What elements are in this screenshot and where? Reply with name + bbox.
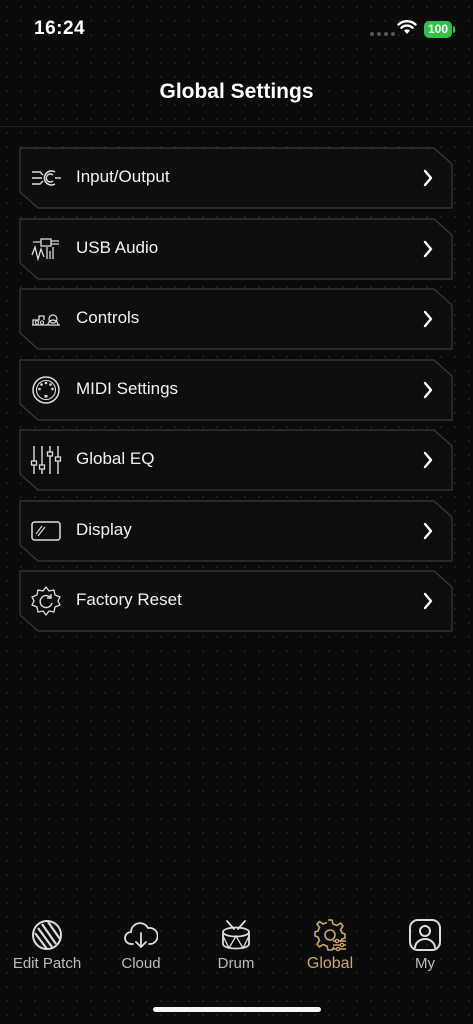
home-indicator[interactable] xyxy=(153,1007,321,1012)
tab-label: Edit Patch xyxy=(12,955,82,972)
menu-item-factory-reset[interactable]: Factory Reset xyxy=(19,570,453,632)
factory-reset-icon xyxy=(31,586,61,616)
battery-indicator: 100 xyxy=(424,21,452,38)
controls-icon xyxy=(32,314,60,326)
menu-item-label: Factory Reset xyxy=(76,590,182,609)
eq-sliders-icon xyxy=(30,446,62,474)
chevron-right-icon xyxy=(423,592,433,610)
tab-label: My xyxy=(415,955,435,972)
bottom-tab-bar: Edit Patch Cloud Drum Global My xyxy=(0,900,473,1024)
cellular-signal-icon xyxy=(370,32,395,36)
menu-item-label: MIDI Settings xyxy=(76,378,179,398)
display-icon xyxy=(31,520,61,541)
page-header: Global Settings xyxy=(0,60,473,127)
tab-label: Global xyxy=(306,955,354,972)
menu-item-display[interactable]: Display xyxy=(19,499,453,562)
gear-icon xyxy=(314,919,346,952)
chevron-right-icon xyxy=(423,381,433,398)
cloud-download-icon xyxy=(124,922,158,948)
menu-item-label: Input/Output xyxy=(76,167,170,186)
status-bar: 16:24 100 xyxy=(0,0,473,60)
menu-item-usb-audio[interactable]: USB Audio xyxy=(19,217,453,280)
tab-global[interactable]: Global xyxy=(283,918,377,978)
battery-nub xyxy=(453,26,455,33)
tab-drum[interactable]: Drum xyxy=(189,918,283,978)
menu-item-midi-settings[interactable]: MIDI Settings xyxy=(19,358,453,421)
wifi-icon xyxy=(397,20,417,34)
chevron-right-icon xyxy=(423,169,433,187)
menu-item-label: Display xyxy=(76,519,132,539)
menu-item-controls[interactable]: Controls xyxy=(19,288,453,350)
menu-item-label: Global EQ xyxy=(76,449,155,468)
chevron-right-icon xyxy=(423,451,433,469)
tab-label: Cloud xyxy=(121,955,161,972)
tab-cloud[interactable]: Cloud xyxy=(94,918,188,978)
menu-item-label: Controls xyxy=(76,308,140,327)
tab-label: Drum xyxy=(217,955,255,972)
chevron-right-icon xyxy=(423,522,433,539)
menu-item-input-output[interactable]: Input/Output xyxy=(19,147,453,209)
input-output-icon xyxy=(32,170,61,186)
edit-patch-icon xyxy=(32,920,62,950)
midi-icon xyxy=(32,375,60,404)
drum-icon xyxy=(222,920,250,950)
tab-edit-patch[interactable]: Edit Patch xyxy=(0,918,94,978)
user-icon xyxy=(409,919,441,951)
page-title: Global Settings xyxy=(159,80,314,103)
menu-item-global-eq[interactable]: Global EQ xyxy=(19,429,453,491)
usb-audio-icon xyxy=(31,237,59,261)
menu-item-label: USB Audio xyxy=(76,237,159,257)
tab-my[interactable]: My xyxy=(378,918,472,978)
settings-menu: Input/Output USB Audio Controls MIDI Set… xyxy=(19,147,453,641)
chevron-right-icon xyxy=(423,240,433,257)
status-time: 16:24 xyxy=(34,18,86,39)
chevron-right-icon xyxy=(423,310,433,328)
